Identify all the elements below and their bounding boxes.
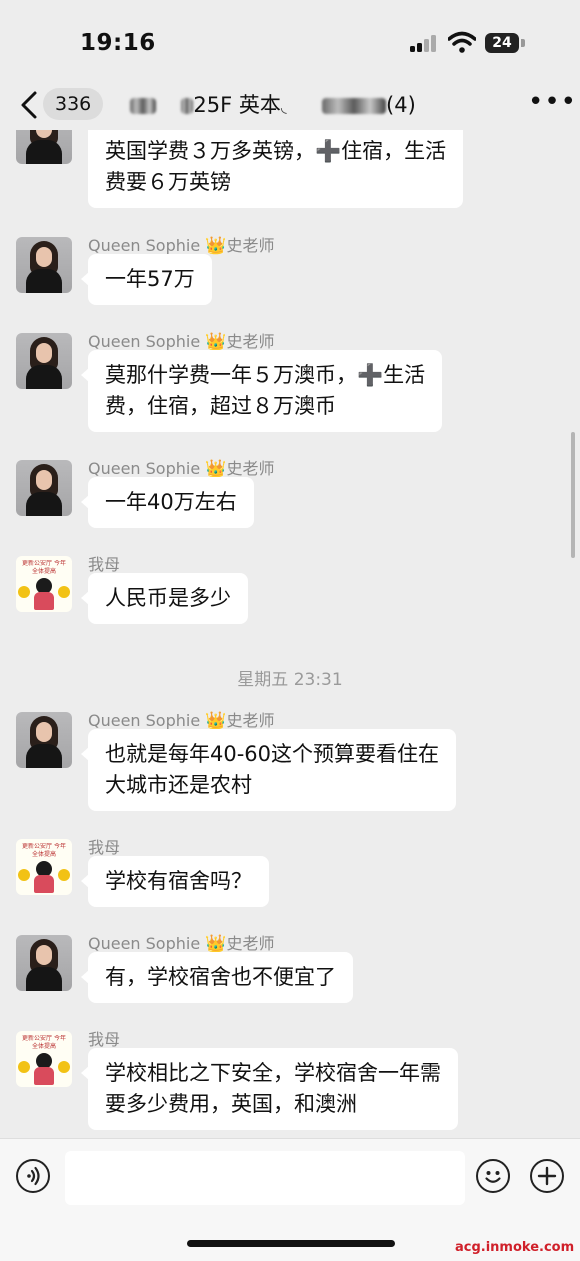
teacher-avatar[interactable] [16, 130, 72, 164]
message-bubble[interactable]: 有，学校宿舍也不便宜了 [81, 952, 353, 1003]
status-time: 19:16 [80, 30, 156, 56]
member-count: (4) [386, 93, 416, 117]
crown-icon: 👑 [205, 459, 227, 479]
message-text: 学校相比之下安全，学校宿舍一年需 [105, 1061, 441, 1085]
home-indicator [187, 1240, 395, 1247]
message-bubble[interactable]: 人民币是多少 [81, 573, 248, 624]
sender-name: Queen Sophie 👑史老师 [88, 934, 275, 954]
sender-name: Queen Sophie 👑史老师 [88, 711, 275, 731]
teacher-avatar[interactable] [16, 935, 72, 991]
mom-avatar[interactable]: 更新公安厅 今年全体提高 [16, 839, 72, 895]
voice-icon [27, 1166, 40, 1186]
message-bubble[interactable]: 莫那什学费一年５万澳币，➕生活 费，住宿，超过８万澳币 [80, 350, 443, 432]
crown-icon: 👑 [205, 934, 227, 954]
teacher-avatar[interactable] [16, 712, 72, 768]
crown-icon: 👑 [205, 711, 227, 731]
message-bubble[interactable]: 一年57万 [81, 254, 212, 305]
message-text: 学校有宿舍吗？ [105, 869, 252, 893]
message-text: 要多少费用，英国，和澳洲 [105, 1092, 357, 1116]
cellular-signal-icon [410, 34, 440, 52]
message-text: 一年40万左右 [105, 490, 237, 514]
message-bubble[interactable]: 一年40万左右 [81, 477, 254, 528]
chat-title-text: 25F 英本 [193, 93, 281, 117]
battery-tip [521, 39, 525, 47]
message-text: 一年57万 [105, 267, 195, 291]
message-bubble[interactable]: 学校有宿舍吗？ [81, 856, 269, 907]
crown-icon: 👑 [205, 236, 227, 256]
more-options-icon[interactable]: ••• [528, 89, 576, 118]
message-bubble[interactable]: 英国学费３万多英镑，➕住宿，生活 费要６万英镑 [88, 130, 464, 208]
redacted-name [322, 98, 387, 114]
sender-name: Queen Sophie 👑史老师 [88, 459, 275, 479]
unread-count-badge[interactable]: 336 [43, 88, 104, 120]
redacted-name [130, 98, 156, 114]
status-bar: 19:16 24 [0, 0, 580, 80]
message-text: 也就是每年40-60这个预算要看住在 [105, 742, 440, 766]
timestamp: 星期五 23:31 [237, 670, 343, 690]
sender-name: 我母 [88, 1030, 121, 1049]
wifi-icon [448, 31, 476, 53]
message-text: 有，学校宿舍也不便宜了 [105, 965, 336, 989]
teacher-avatar[interactable] [16, 237, 72, 293]
mom-avatar[interactable]: 更新公安厅 今年全体提高 [16, 1031, 72, 1087]
message-bubble[interactable]: 学校相比之下安全，学校宿舍一年需 要多少费用，英国，和澳洲 [81, 1048, 458, 1130]
title-emoji: ◟ [280, 98, 287, 116]
sender-name: 我母 [88, 555, 121, 574]
scrollbar[interactable] [571, 432, 575, 558]
crown-icon: 👑 [205, 332, 227, 352]
back-chevron-icon[interactable] [18, 90, 40, 120]
emoji-button[interactable] [476, 1159, 510, 1193]
message-text: 英国学费３万多英镑，➕住宿，生活 [105, 139, 447, 163]
battery-icon: 24 [485, 33, 519, 53]
redacted-name [181, 98, 194, 114]
watermark: acg.inmoke.com [455, 1240, 575, 1255]
mom-avatar[interactable]: 更新公安厅 今年全体提高 [16, 556, 72, 612]
message-text: 莫那什学费一年５万澳币，➕生活 [105, 363, 426, 387]
chat-title[interactable]: 25F 英本◟ (4) [130, 90, 460, 120]
battery-level: 24 [492, 35, 512, 51]
emoji-icon [485, 1171, 501, 1183]
message-text: 费，住宿，超过８万澳币 [105, 394, 336, 418]
message-text: 人民币是多少 [105, 586, 231, 610]
message-list[interactable]: 英国学费３万多英镑，➕住宿，生活 费要６万英镑 Queen Sophie 👑史老… [0, 130, 580, 1138]
message-text: 大城市还是农村 [105, 773, 252, 797]
chat-header: 336 25F 英本◟ (4) ••• [0, 80, 580, 130]
plus-icon [537, 1166, 557, 1186]
voice-input-button[interactable] [16, 1159, 50, 1193]
message-input[interactable] [65, 1151, 465, 1205]
more-functions-button[interactable] [530, 1159, 564, 1193]
sender-name: Queen Sophie 👑史老师 [88, 236, 275, 256]
message-text: 费要６万英镑 [105, 170, 231, 194]
message-bubble[interactable]: 也就是每年40-60这个预算要看住在 大城市还是农村 [80, 729, 457, 811]
sender-name: Queen Sophie 👑史老师 [88, 332, 275, 352]
teacher-avatar[interactable] [16, 333, 72, 389]
teacher-avatar[interactable] [16, 460, 72, 516]
sender-name: 我母 [88, 838, 121, 857]
